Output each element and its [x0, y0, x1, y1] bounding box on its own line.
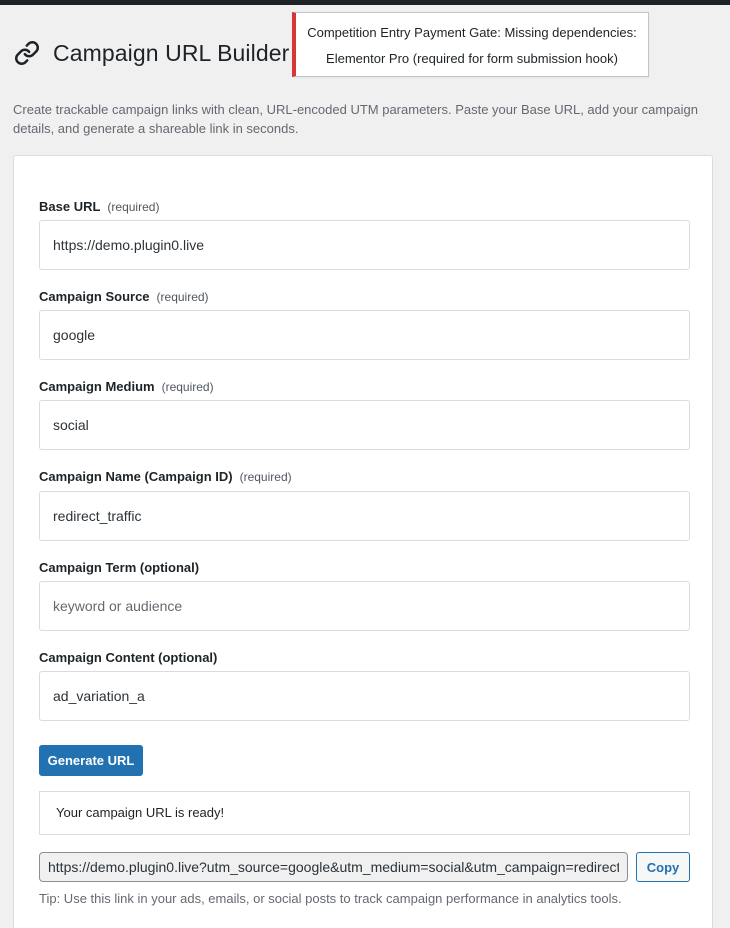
dependency-error-notice: Competition Entry Payment Gate: Missing …: [292, 12, 649, 77]
campaign-name-label: Campaign Name (Campaign ID) (required): [39, 469, 292, 484]
campaign-source-label: Campaign Source (required): [39, 289, 209, 304]
base-url-label: Base URL (required): [39, 199, 160, 214]
generated-url-output[interactable]: [39, 852, 628, 882]
required-note: (required): [156, 290, 209, 304]
admin-top-bar: [0, 0, 730, 5]
notice-line-2: Elementor Pro (required for form submiss…: [326, 51, 618, 66]
intro-description: Create trackable campaign links with cle…: [13, 102, 698, 136]
campaign-medium-input[interactable]: [39, 400, 690, 450]
usage-tip: Tip: Use this link in your ads, emails, …: [39, 891, 622, 906]
required-note: (required): [239, 470, 292, 484]
campaign-medium-label: Campaign Medium (required): [39, 379, 214, 394]
campaign-term-input[interactable]: [39, 581, 690, 631]
campaign-source-input[interactable]: [39, 310, 690, 360]
copy-button[interactable]: Copy: [636, 852, 690, 882]
campaign-name-input[interactable]: [39, 491, 690, 541]
page-title: Campaign URL Builder: [53, 39, 290, 66]
required-note: (required): [107, 200, 160, 214]
link-icon: [14, 40, 40, 66]
base-url-input[interactable]: [39, 220, 690, 270]
required-note: (required): [161, 380, 214, 394]
campaign-content-input[interactable]: [39, 671, 690, 721]
page-header: Campaign URL Builder: [14, 36, 289, 70]
generate-url-button[interactable]: Generate URL: [39, 745, 143, 776]
notice-line-1: Competition Entry Payment Gate: Missing …: [307, 25, 637, 40]
builder-card: Base URL(required) Campaign Source(requi…: [13, 155, 713, 928]
result-success-message: Your campaign URL is ready!: [39, 791, 690, 835]
campaign-term-label: Campaign Term (optional): [39, 560, 200, 575]
campaign-content-label: Campaign Content (optional): [39, 650, 218, 665]
